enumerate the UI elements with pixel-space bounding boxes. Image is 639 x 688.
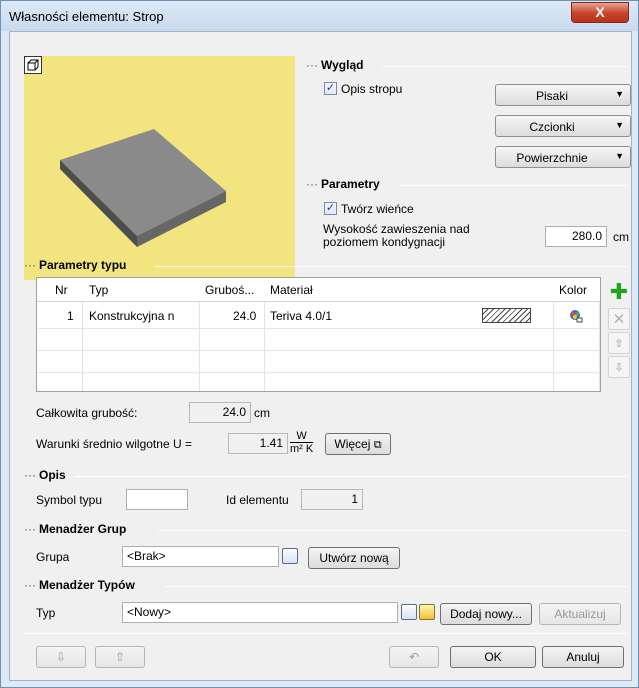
delete-layer-icon[interactable]: ✕ [608, 308, 630, 330]
parameters-header: ··· Parametry [306, 177, 380, 191]
close-button[interactable]: X [571, 2, 629, 23]
group-picker-icon[interactable] [282, 548, 298, 564]
type-edit-icon[interactable] [419, 604, 435, 620]
type-select[interactable]: <Nowy> [122, 602, 398, 623]
type-label: Typ [36, 606, 56, 620]
tworz-wience-label: Twórz wieńce [341, 202, 414, 216]
column-header: Kolor [559, 283, 588, 297]
divider [75, 476, 627, 477]
copy-to-icon[interactable]: ⇧ [95, 646, 145, 668]
column-header: Typ [89, 283, 109, 297]
ok-button[interactable]: OK [450, 646, 536, 668]
move-up-icon[interactable]: ⇧ [608, 332, 630, 354]
u-value-label: Warunki średnio wilgotne U = [36, 437, 192, 451]
layers-table: Nr Typ Gruboś... Materiał Kolor 1 Konstr… [36, 277, 601, 392]
u-unit: W m² K [290, 430, 314, 455]
opis-header: ··· Opis [24, 468, 66, 482]
type-picker-icon[interactable] [401, 604, 417, 620]
title-bar: Własności elementu: Strop X [1, 1, 638, 31]
divider [158, 530, 627, 531]
row-typ: Konstrukcyjna n [89, 309, 175, 323]
footer-divider [24, 633, 627, 634]
symbol-type-label: Symbol typu [36, 493, 103, 507]
pisaki-dropdown[interactable]: Pisaki ▼ [495, 84, 631, 106]
preview-panel [24, 56, 295, 280]
group-label: Grupa [36, 550, 70, 564]
divider [382, 66, 627, 67]
column-header: Nr [55, 283, 68, 297]
move-down-icon[interactable]: ⇩ [608, 356, 630, 378]
symbol-type-input[interactable] [126, 489, 188, 510]
element-id-value: 1 [301, 489, 363, 510]
divider [155, 266, 627, 267]
view-3d-icon[interactable] [24, 56, 42, 74]
group-select[interactable]: <Brak> [122, 546, 279, 567]
column-header: Materiał [270, 283, 313, 297]
row-nr: 1 [67, 309, 74, 323]
height-label-line2: poziomem kondygnacji [323, 235, 446, 249]
divider [400, 185, 627, 186]
dialog-title: Własności elementu: Strop [9, 9, 164, 24]
total-thickness-label: Całkowita grubość: [36, 406, 138, 420]
color-palette-icon[interactable] [568, 309, 584, 323]
dialog-body: ··· Wygląd ✓ Opis stropu Pisaki ▼ Czcionki… [9, 31, 632, 681]
type-params-header: ··· Parametry typu [24, 258, 127, 272]
column-header: Gruboś... [205, 283, 255, 297]
total-thickness-unit: cm [254, 406, 270, 420]
slab-preview-image [60, 129, 226, 247]
appearance-header: ··· Wygląd [306, 58, 364, 72]
powierzchnie-dropdown[interactable]: Powierzchnie ▼ [495, 146, 631, 168]
u-value: 1.41 [228, 433, 288, 454]
table-header: Nr Typ Gruboś... Materiał Kolor [37, 278, 600, 302]
add-new-type-button[interactable]: Dodaj nowy... [440, 603, 532, 625]
divider [165, 586, 627, 587]
material-hatch-swatch [482, 308, 531, 323]
type-manager-header: ··· Menadżer Typów [24, 578, 135, 592]
tworz-wience-checkbox[interactable]: ✓ [324, 202, 337, 215]
height-unit: cm [613, 230, 629, 244]
element-id-label: Id elementu [226, 493, 289, 507]
czcionki-dropdown[interactable]: Czcionki ▼ [495, 115, 631, 137]
update-type-button[interactable]: Aktualizuj [539, 603, 621, 625]
more-button[interactable]: Więcej ⧉ [325, 433, 391, 455]
group-manager-header: ··· Menadżer Grup [24, 522, 127, 536]
row-material: Teriva 4.0/1 [270, 309, 333, 323]
add-layer-icon[interactable]: ✚ [608, 279, 630, 304]
copy-from-icon[interactable]: ⇩ [36, 646, 86, 668]
opis-stropu-checkbox[interactable]: ✓ [324, 82, 337, 95]
create-group-button[interactable]: Utwórz nową [308, 547, 400, 569]
dialog-window: Własności elementu: Strop X ··· Wygląd ✓ … [0, 0, 639, 688]
height-label-line1: Wysokość zawieszenia nad [323, 222, 470, 236]
cancel-button[interactable]: Anuluj [542, 646, 624, 668]
undo-icon[interactable]: ↶ [389, 646, 439, 668]
opis-stropu-label: Opis stropu [341, 82, 403, 96]
total-thickness-value: 24.0 [189, 402, 251, 423]
height-input[interactable]: 280.0 [545, 226, 607, 247]
row-grubosc: 24.0 [233, 309, 257, 323]
